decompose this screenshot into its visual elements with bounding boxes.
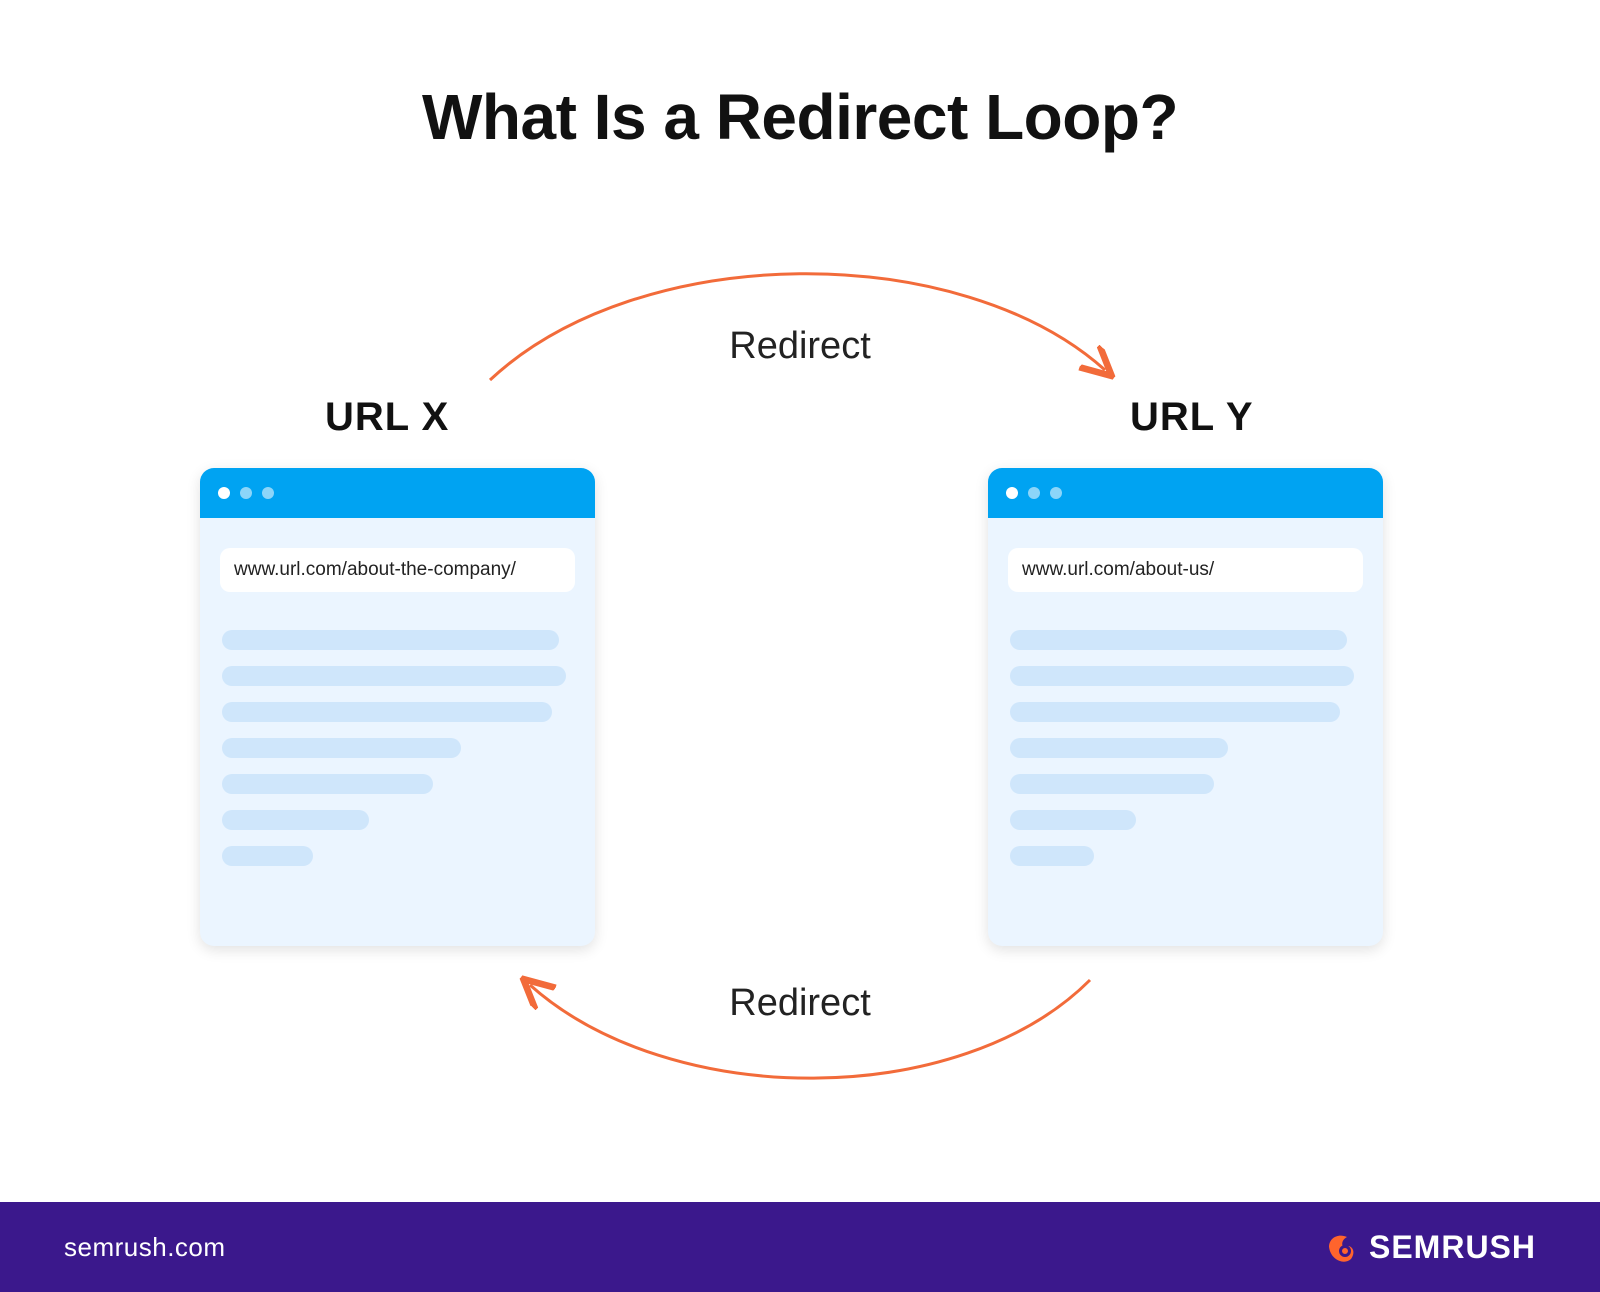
address-bar-x: www.url.com/about-the-company/ bbox=[220, 548, 575, 592]
page-content-placeholder bbox=[200, 610, 595, 866]
redirect-label-top: Redirect bbox=[0, 325, 1600, 368]
window-dot-icon bbox=[240, 487, 252, 499]
semrush-logo-text: SEMRUSH bbox=[1369, 1229, 1536, 1266]
page-content-placeholder bbox=[988, 610, 1383, 866]
window-dot-icon bbox=[218, 487, 230, 499]
browser-titlebar bbox=[200, 468, 595, 518]
footer-bar: semrush.com SEMRUSH bbox=[0, 1202, 1600, 1292]
window-dot-icon bbox=[1006, 487, 1018, 499]
url-x-label: URL X bbox=[325, 395, 449, 440]
semrush-logo: SEMRUSH bbox=[1323, 1229, 1536, 1266]
diagram-title: What Is a Redirect Loop? bbox=[0, 80, 1600, 154]
url-y-label: URL Y bbox=[1130, 395, 1254, 440]
redirect-label-bottom: Redirect bbox=[0, 982, 1600, 1025]
address-bar-y: www.url.com/about-us/ bbox=[1008, 548, 1363, 592]
browser-window-x: www.url.com/about-the-company/ bbox=[200, 468, 595, 946]
window-dot-icon bbox=[262, 487, 274, 499]
browser-titlebar bbox=[988, 468, 1383, 518]
window-dot-icon bbox=[1028, 487, 1040, 499]
window-dot-icon bbox=[1050, 487, 1062, 499]
semrush-flame-icon bbox=[1323, 1229, 1359, 1265]
footer-domain-text: semrush.com bbox=[64, 1232, 226, 1263]
browser-window-y: www.url.com/about-us/ bbox=[988, 468, 1383, 946]
